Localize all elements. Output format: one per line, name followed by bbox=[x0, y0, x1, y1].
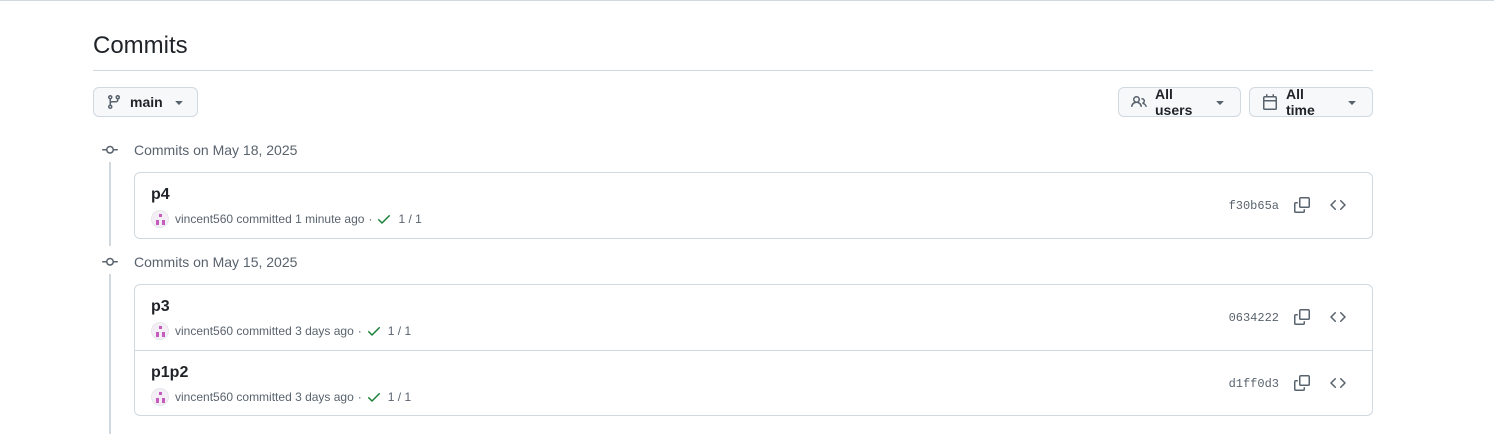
triangle-down-icon bbox=[1344, 94, 1360, 110]
commit-message-link[interactable]: p1p2 bbox=[151, 363, 188, 383]
git-commit-icon bbox=[93, 254, 127, 270]
commit-meta: vincent560 committed 1 minute ago · 1 / … bbox=[151, 210, 422, 228]
commit-row: p3 vincent560 committed 3 days ago · 1 /… bbox=[135, 285, 1372, 350]
top-divider bbox=[0, 0, 1494, 1]
timeline-line bbox=[109, 162, 111, 246]
copy-icon[interactable] bbox=[1292, 195, 1312, 215]
separator: · bbox=[357, 324, 362, 338]
commit-meta: vincent560 committed 3 days ago · 1 / 1 bbox=[151, 322, 411, 340]
separator: · bbox=[357, 390, 362, 404]
triangle-down-icon bbox=[171, 94, 187, 110]
triangle-down-icon bbox=[1212, 94, 1228, 110]
calendar-icon bbox=[1262, 94, 1278, 110]
time-filter-button[interactable]: All time bbox=[1249, 86, 1373, 118]
commit-message-link[interactable]: p4 bbox=[151, 185, 170, 205]
commit-sha-link[interactable]: d1ff0d3 bbox=[1229, 377, 1279, 391]
copy-icon[interactable] bbox=[1292, 307, 1312, 327]
commit-list: p4 vincent560 committed 1 minute ago · 1… bbox=[134, 172, 1373, 239]
check-icon[interactable] bbox=[366, 323, 382, 339]
check-icon[interactable] bbox=[376, 211, 392, 227]
author-link[interactable]: vincent560 bbox=[175, 212, 233, 226]
author-link[interactable]: vincent560 bbox=[175, 324, 233, 338]
check-status[interactable]: 1 / 1 bbox=[388, 324, 411, 338]
people-icon bbox=[1131, 94, 1147, 110]
commit-row: p4 vincent560 committed 1 minute ago · 1… bbox=[135, 173, 1372, 238]
commit-group-date: Commits on May 18, 2025 bbox=[134, 142, 298, 158]
commit-sha-link[interactable]: 0634222 bbox=[1229, 311, 1279, 325]
timeline-line bbox=[109, 274, 111, 434]
author-link[interactable]: vincent560 bbox=[175, 390, 233, 404]
code-icon[interactable] bbox=[1328, 195, 1348, 215]
title-divider bbox=[93, 70, 1373, 71]
avatar[interactable] bbox=[151, 322, 169, 340]
separator: · bbox=[368, 212, 373, 226]
commit-row: p1p2 vincent560 committed 3 days ago · 1… bbox=[135, 350, 1372, 415]
avatar[interactable] bbox=[151, 388, 169, 406]
branch-label: main bbox=[130, 94, 163, 110]
commit-list: p3 vincent560 committed 3 days ago · 1 /… bbox=[134, 284, 1373, 416]
commit-group-date: Commits on May 15, 2025 bbox=[134, 254, 298, 270]
page-title: Commits bbox=[93, 32, 188, 59]
users-filter-label: All users bbox=[1155, 86, 1193, 118]
branch-select-button[interactable]: main bbox=[93, 87, 198, 117]
commit-sha-link[interactable]: f30b65a bbox=[1229, 199, 1279, 213]
commit-time: committed 1 minute ago bbox=[236, 212, 365, 226]
check-status[interactable]: 1 / 1 bbox=[388, 390, 411, 404]
check-icon[interactable] bbox=[366, 389, 382, 405]
git-commit-icon bbox=[93, 142, 127, 158]
commit-group-header: Commits on May 15, 2025 bbox=[93, 250, 297, 274]
commit-group-header: Commits on May 18, 2025 bbox=[93, 138, 297, 162]
commit-time: committed 3 days ago bbox=[236, 324, 354, 338]
code-icon[interactable] bbox=[1328, 373, 1348, 393]
check-status[interactable]: 1 / 1 bbox=[398, 212, 421, 226]
commit-meta: vincent560 committed 3 days ago · 1 / 1 bbox=[151, 388, 411, 406]
copy-icon[interactable] bbox=[1292, 373, 1312, 393]
avatar[interactable] bbox=[151, 210, 169, 228]
commit-message-link[interactable]: p3 bbox=[151, 297, 170, 317]
time-filter-label: All time bbox=[1286, 86, 1315, 118]
code-icon[interactable] bbox=[1328, 307, 1348, 327]
commit-time: committed 3 days ago bbox=[236, 390, 354, 404]
git-branch-icon bbox=[106, 94, 122, 110]
users-filter-button[interactable]: All users bbox=[1118, 86, 1241, 118]
